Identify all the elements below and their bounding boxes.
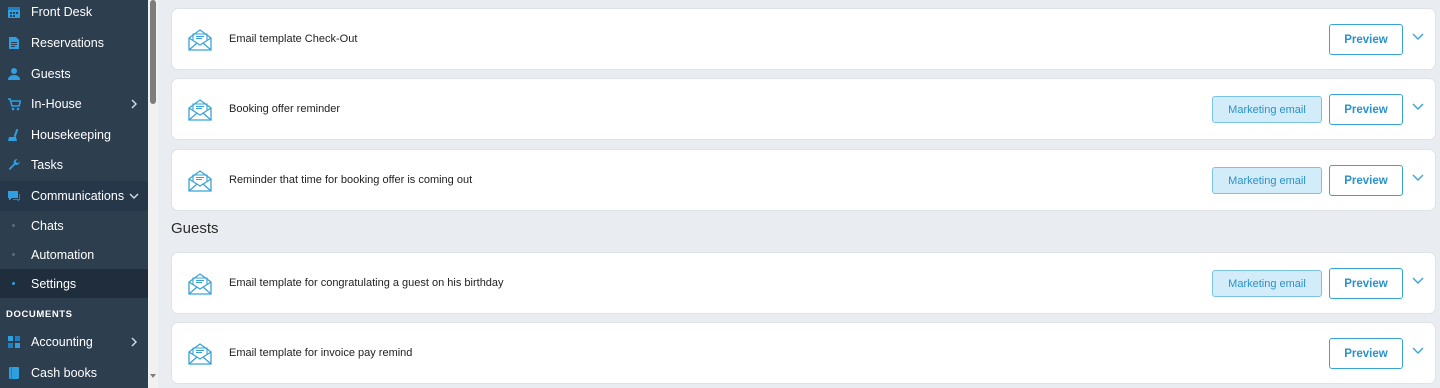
sidebar-item-in-house[interactable]: In-House — [0, 89, 148, 119]
scroll-down-arrow-icon[interactable] — [150, 374, 156, 378]
chevron-down-icon[interactable] — [1411, 32, 1425, 42]
sidebar-item-reservations[interactable]: Reservations — [0, 28, 148, 58]
section-heading-guests: Guests — [171, 220, 219, 237]
template-card: Booking offer reminder Marketing email P… — [171, 78, 1436, 140]
template-card: Reminder that time for booking offer is … — [171, 149, 1436, 211]
sidebar-subitem-label: Automation — [31, 247, 95, 262]
chevron-right-icon — [131, 337, 137, 347]
template-card: Email template Check-Out Preview — [171, 8, 1436, 70]
sidebar-item-label: Housekeeping — [31, 128, 111, 142]
sidebar-item-label: Reservations — [31, 36, 104, 50]
main-content: Email template Check-Out Preview Booking… — [158, 0, 1440, 388]
sidebar-subitem-label: Chats — [31, 218, 64, 233]
template-title: Email template for invoice pay remind — [229, 347, 413, 359]
sidebar-item-front-desk[interactable]: Front Desk — [0, 0, 148, 27]
broom-icon — [6, 128, 21, 143]
sidebar-item-housekeeping[interactable]: Housekeeping — [0, 120, 148, 150]
template-title: Reminder that time for booking offer is … — [229, 174, 473, 186]
sidebar-item-label: Communications — [31, 189, 125, 203]
chevron-down-icon[interactable] — [1411, 102, 1425, 112]
bullet-icon — [12, 282, 15, 285]
bullet-icon — [12, 224, 15, 227]
cart-icon — [6, 97, 21, 112]
scrollbar-thumb[interactable] — [150, 0, 156, 104]
chevron-down-icon[interactable] — [1411, 346, 1425, 356]
grid-icon — [6, 335, 21, 350]
bullet-icon — [12, 253, 15, 256]
envelope-icon — [188, 99, 212, 121]
template-title: Email template for congratulating a gues… — [229, 277, 504, 289]
marketing-email-badge: Marketing email — [1212, 96, 1322, 123]
preview-button[interactable]: Preview — [1329, 338, 1403, 369]
preview-button[interactable]: Preview — [1329, 268, 1403, 299]
template-title: Booking offer reminder — [229, 103, 341, 115]
sidebar-subitem-chats[interactable]: Chats — [0, 211, 148, 240]
sidebar-item-cash-books[interactable]: Cash books — [0, 358, 148, 388]
marketing-email-badge: Marketing email — [1212, 167, 1322, 194]
sidebar-item-label: Accounting — [31, 335, 93, 349]
sidebar-item-communications[interactable]: Communications — [0, 181, 148, 211]
document-icon — [6, 36, 21, 51]
envelope-icon — [188, 273, 212, 295]
envelope-icon — [188, 29, 212, 51]
person-icon — [6, 67, 21, 82]
envelope-icon — [188, 343, 212, 365]
sidebar-item-label: Front Desk — [31, 5, 93, 19]
sidebar-item-label: Cash books — [31, 366, 98, 380]
calendar-icon — [6, 5, 21, 20]
sidebar-item-label: Tasks — [31, 158, 63, 172]
sidebar-item-guests[interactable]: Guests — [0, 59, 148, 89]
sidebar-item-label: In-House — [31, 97, 82, 111]
sidebar-item-tasks[interactable]: Tasks — [0, 150, 148, 180]
chevron-down-icon — [129, 193, 139, 199]
sidebar: Front Desk Reservations Guests In-House … — [0, 0, 148, 388]
chat-icon — [6, 189, 21, 204]
chevron-down-icon[interactable] — [1411, 276, 1425, 286]
preview-button[interactable]: Preview — [1329, 165, 1403, 196]
template-title: Email template Check-Out — [229, 33, 358, 45]
sidebar-item-accounting[interactable]: Accounting — [0, 327, 148, 357]
sidebar-subitem-settings[interactable]: Settings — [0, 269, 148, 298]
preview-button[interactable]: Preview — [1329, 24, 1403, 55]
sidebar-scrollbar[interactable] — [148, 0, 158, 388]
sidebar-subitem-label: Settings — [31, 276, 77, 291]
sidebar-section-documents: DOCUMENTS — [6, 309, 73, 320]
sidebar-item-label: Guests — [31, 67, 71, 81]
preview-button[interactable]: Preview — [1329, 94, 1403, 125]
template-card: Email template for invoice pay remind Pr… — [171, 322, 1436, 384]
wrench-icon — [6, 158, 21, 173]
marketing-email-badge: Marketing email — [1212, 270, 1322, 297]
envelope-icon — [188, 170, 212, 192]
sidebar-subitem-automation[interactable]: Automation — [0, 240, 148, 269]
book-icon — [6, 366, 21, 381]
template-card: Email template for congratulating a gues… — [171, 252, 1436, 314]
chevron-right-icon — [131, 99, 137, 109]
chevron-down-icon[interactable] — [1411, 173, 1425, 183]
